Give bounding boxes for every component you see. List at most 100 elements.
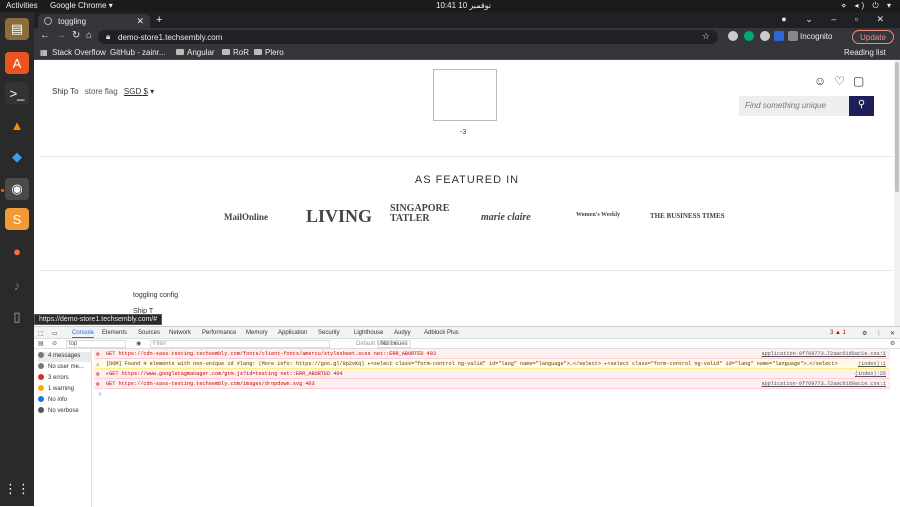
guitar-icon[interactable]: ♪ [5, 274, 29, 296]
extension-icon[interactable] [744, 31, 754, 41]
reading-list-button[interactable]: Reading list [844, 48, 886, 57]
log-row[interactable]: ⊗ GET https://cdn-sass-testing.techsembl… [94, 379, 890, 389]
press-logo: MailOnline [224, 212, 269, 222]
bookmark-item[interactable]: GitHub - zainr... [110, 48, 166, 57]
puzzle-icon[interactable] [788, 31, 798, 41]
issue-counter[interactable]: 3 ▲ 1 [830, 330, 846, 336]
sidebar-item-label: 1 warning [48, 386, 75, 392]
console-settings-icon[interactable]: ⚙ [890, 340, 895, 347]
tab-console[interactable]: Console [72, 330, 95, 338]
sidebar-item-label: No verbose [48, 408, 79, 414]
sidebar-item-info[interactable]: No info [38, 396, 92, 406]
inspect-icon[interactable]: ⬚ [38, 330, 44, 337]
log-source-link[interactable]: (index):25 [855, 371, 886, 377]
bookmark-item[interactable]: Stack Overflow [52, 48, 106, 57]
tab-audyy[interactable]: Audyy [394, 330, 411, 336]
extension-icon[interactable] [760, 31, 770, 41]
incognito-indicator[interactable]: Incognito [800, 32, 832, 41]
clock[interactable]: نوفمبر 10 10:41 [436, 1, 491, 10]
tab-adblock-plus[interactable]: Adblock Plus [424, 330, 459, 336]
more-icon[interactable]: ⋮ [876, 330, 882, 337]
tab-elements[interactable]: Elements [102, 330, 127, 336]
browser-tab[interactable]: toggling ✕ [38, 14, 150, 28]
log-row[interactable]: ⚠ [DOM] Found 4 elements with non-unique… [94, 359, 890, 369]
back-icon[interactable]: ← [40, 30, 50, 41]
clear-console-icon[interactable]: ⊘ [52, 340, 57, 347]
bookmark-label: Angular [187, 48, 215, 57]
home-icon[interactable]: ⌂ [86, 30, 92, 41]
tab-network[interactable]: Network [169, 330, 191, 336]
window-controls[interactable]: ● ⌄ – ▫ ✕ [781, 14, 892, 25]
sidebar-toggle-icon[interactable]: ▤ [38, 340, 44, 347]
log-text: GET https://cdn-sass-testing.techsembly.… [106, 381, 315, 387]
sidebar-item-label: No user me... [48, 364, 85, 370]
issues-button[interactable]: No Issues [378, 340, 411, 348]
search-input[interactable]: Find something unique [739, 96, 849, 116]
new-tab-button[interactable]: + [156, 14, 162, 26]
apps-icon[interactable]: ▦ [40, 48, 48, 57]
gear-icon[interactable]: ⚙ [862, 330, 867, 337]
address-bar[interactable]: 🔒︎ demo-store1.techsembly.com ☆ [98, 30, 718, 44]
currency-dropdown[interactable]: SGD $ [124, 87, 148, 96]
eye-icon[interactable]: ◉ [136, 340, 141, 347]
sublime-icon[interactable]: S [5, 208, 29, 230]
chrome-icon[interactable]: ◉ [5, 178, 29, 200]
files-icon[interactable]: ▤ [5, 18, 29, 40]
sidebar-item-errors[interactable]: 3 errors [38, 374, 92, 384]
ship-to-selector[interactable]: Ship To store flag SGD $ ▾ [52, 87, 154, 96]
store-logo[interactable] [433, 69, 497, 121]
log-source-link[interactable]: application-0f769773…72aac01d0ac1e.css:1 [761, 381, 886, 387]
log-row[interactable]: ⊗ GET https://cdn-sass-testing.techsembl… [94, 349, 890, 359]
tab-performance[interactable]: Performance [202, 330, 236, 336]
vlc-icon[interactable]: ▲ [5, 114, 29, 136]
close-icon[interactable]: ✕ [890, 330, 895, 337]
vscode-icon[interactable]: ◆ [5, 146, 29, 168]
console-prompt[interactable]: › [98, 391, 102, 399]
tab-sources[interactable]: Sources [138, 330, 160, 336]
context-select[interactable]: top [66, 340, 126, 348]
bookmark-folder[interactable]: RoR [222, 48, 249, 57]
bag-icon[interactable]: ▢ [853, 74, 872, 88]
log-row[interactable]: ⊗ ▸GET https://www.googletagmanager.com/… [94, 369, 890, 379]
bookmark-folder[interactable]: Angular [176, 48, 215, 57]
reload-icon[interactable]: ↻ [72, 30, 80, 41]
firefox-icon[interactable]: ● [5, 240, 29, 262]
system-tray[interactable]: ⋄ ◂) ⏻ ▾ [841, 1, 894, 11]
log-source-link[interactable]: (index):1 [858, 361, 886, 367]
bookmark-star-icon[interactable]: ☆ [702, 31, 710, 42]
ubuntu-software-icon[interactable]: A [5, 52, 29, 74]
tab-memory[interactable]: Memory [246, 330, 268, 336]
lock-icon[interactable]: 🔒︎ [106, 32, 110, 42]
tab-lighthouse[interactable]: Lighthouse [354, 330, 383, 336]
featured-heading: AS FEATURED IN [414, 174, 520, 186]
terminal-icon[interactable]: >_ [5, 82, 29, 104]
update-button[interactable]: Update [852, 30, 894, 44]
user-icon [38, 363, 44, 369]
forward-icon[interactable]: → [56, 30, 66, 41]
tab-title: toggling [58, 17, 87, 26]
sidebar-item-verbose[interactable]: No verbose [38, 407, 92, 417]
heart-icon[interactable]: ♡ [834, 74, 853, 88]
device-toolbar-icon[interactable]: ▭ [52, 330, 58, 337]
extension-icon[interactable] [774, 31, 784, 41]
activities-button[interactable]: Activities [6, 1, 38, 10]
close-tab-icon[interactable]: ✕ [136, 16, 144, 27]
page-scrollbar[interactable] [894, 60, 900, 326]
app-grid-icon[interactable]: ⋮⋮ [4, 478, 30, 500]
filter-input[interactable]: Filter [150, 340, 330, 348]
scrollbar-thumb[interactable] [895, 62, 899, 192]
log-text: ▸GET https://www.googletagmanager.com/gt… [106, 371, 343, 377]
usb-drive-icon[interactable]: ▯ [5, 306, 29, 328]
user-icon[interactable]: ☺ [814, 74, 834, 88]
search-icon: ⚲ [857, 99, 866, 110]
extension-icon[interactable] [728, 31, 738, 41]
app-menu[interactable]: Google Chrome ▾ [50, 1, 113, 10]
sidebar-item-warnings[interactable]: 1 warning [38, 385, 92, 395]
sidebar-item-user-messages[interactable]: No user me... [38, 363, 92, 373]
bookmark-folder[interactable]: Plero [254, 48, 284, 57]
tab-security[interactable]: Security [318, 330, 340, 336]
sidebar-item-messages[interactable]: 4 messages [38, 352, 92, 362]
tab-application[interactable]: Application [278, 330, 307, 336]
search-button[interactable]: ⚲ [849, 96, 874, 116]
log-source-link[interactable]: application-0f769773…72aac01d0ac1e.css:1 [761, 351, 886, 357]
